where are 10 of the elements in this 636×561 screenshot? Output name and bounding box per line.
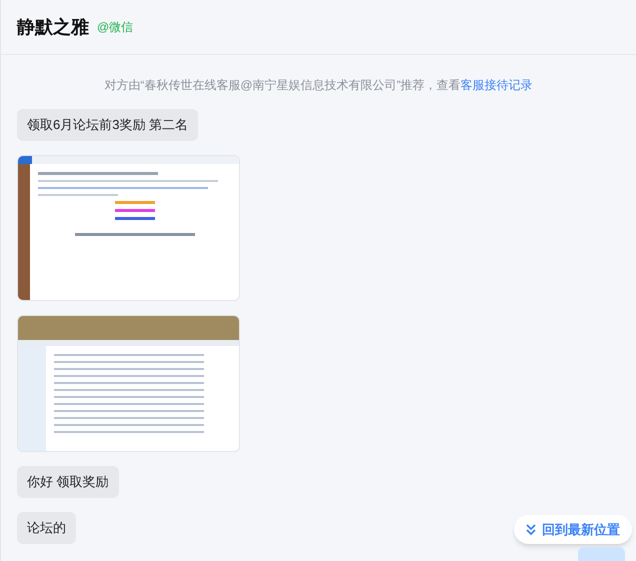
message-bubble: 论坛的 (17, 512, 76, 544)
chat-bubble (578, 547, 625, 561)
message-bubble: 领取6月论坛前3奖励 第二名 (17, 109, 198, 141)
jump-to-latest-button[interactable]: 回到最新位置 (514, 515, 632, 544)
referral-notice: 对方由“春秋传世在线客服@南宁星娱信息技术有限公司”推荐，查看客服接待记录 (104, 78, 533, 92)
contact-name: 静默之雅 (17, 16, 89, 38)
source-label: @微信 (97, 19, 134, 36)
double-chevron-down-icon (526, 524, 536, 535)
message-bubble: 你好 领取奖励 (17, 466, 119, 498)
service-record-link[interactable]: 客服接待记录 (460, 78, 533, 92)
